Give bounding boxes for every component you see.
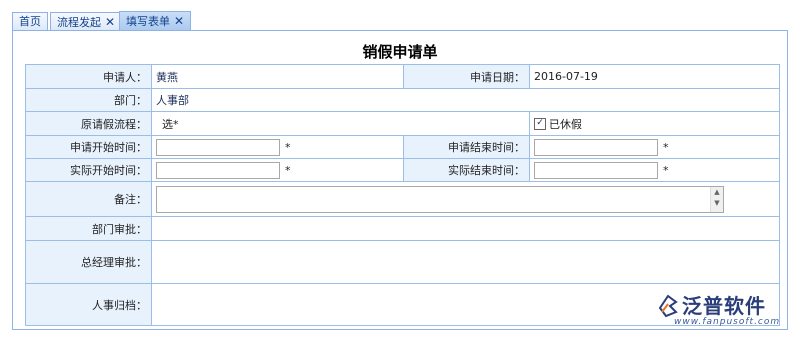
apply-end-cell: *	[529, 135, 780, 159]
actual-start-cell: *	[151, 158, 404, 182]
required-mark: *	[663, 163, 669, 177]
tab-flow-start-label: 流程发起	[57, 16, 101, 29]
dept-value: 人事部	[151, 88, 780, 112]
remark-label: 备注：	[25, 181, 152, 217]
gm-approve-label: 总经理审批：	[25, 240, 152, 284]
tab-home-label: 首页	[19, 15, 41, 28]
form-row: 原请假流程： 选* ✓ 已休假	[25, 111, 780, 136]
rested-cell: ✓ 已休假	[529, 111, 780, 136]
dept-label: 部门：	[25, 88, 152, 112]
apply-date-label: 申请日期：	[403, 64, 530, 89]
required-mark: *	[663, 140, 669, 154]
form-title: 销假申请单	[362, 43, 438, 61]
actual-end-cell: *	[529, 158, 780, 182]
scroll-up-icon[interactable]: ▲	[714, 188, 719, 196]
tab-home[interactable]: 首页	[12, 12, 48, 30]
rested-label: 已休假	[549, 117, 582, 131]
gm-approve-value	[151, 240, 780, 284]
hr-archive-label: 人事归档：	[25, 283, 152, 326]
form-row: 部门： 人事部	[25, 88, 780, 112]
close-icon[interactable]: ✕	[174, 14, 184, 28]
tab-fill-form-label: 填写表单	[126, 15, 170, 28]
logo-icon	[658, 294, 678, 318]
form-row: 备注： ▲ ▼	[25, 181, 780, 217]
actual-start-label: 实际开始时间：	[25, 158, 152, 182]
apply-start-cell: *	[151, 135, 404, 159]
apply-start-label: 申请开始时间：	[25, 135, 152, 159]
dept-approve-label: 部门审批：	[25, 216, 152, 241]
remark-cell: ▲ ▼	[151, 181, 780, 217]
apply-end-input[interactable]	[534, 138, 658, 156]
remark-textarea[interactable]: ▲ ▼	[156, 185, 724, 213]
close-icon[interactable]: ✕	[105, 15, 115, 29]
form-row: 部门审批：	[25, 216, 780, 241]
logo-url: www.fanpusoft.com	[674, 317, 781, 327]
required-mark: *	[285, 140, 291, 154]
form-row: 实际开始时间： * 实际结束时间： *	[25, 158, 780, 182]
actual-start-input[interactable]	[156, 161, 280, 179]
apply-date-value: 2016-07-19	[529, 64, 780, 89]
tab-flow-start[interactable]: 流程发起 ✕	[50, 12, 123, 30]
brand-logo: 泛普软件 www.fanpusoft.com	[656, 292, 786, 332]
form-row: 申请开始时间： * 申请结束时间： *	[25, 135, 780, 159]
actual-end-input[interactable]	[534, 161, 658, 179]
form-row: 总经理审批：	[25, 240, 780, 284]
tab-fill-form[interactable]: 填写表单 ✕	[119, 11, 192, 31]
orig-flow-label: 原请假流程：	[25, 111, 152, 136]
scroll-down-icon[interactable]: ▼	[714, 199, 719, 207]
tab-bar: 首页 流程发起 ✕ 填写表单 ✕	[12, 10, 788, 32]
leave-cancel-form: 申请人： 黄燕 申请日期： 2016-07-19 部门： 人事部 原请假流程： …	[25, 64, 780, 326]
orig-flow-select[interactable]: 选*	[151, 111, 530, 136]
apply-end-label: 申请结束时间：	[403, 135, 530, 159]
logo-name: 泛普软件	[682, 294, 766, 318]
actual-end-label: 实际结束时间：	[403, 158, 530, 182]
dept-approve-value	[151, 216, 780, 241]
scrollbar[interactable]: ▲ ▼	[710, 186, 723, 212]
orig-flow-value[interactable]: 选*	[162, 118, 179, 131]
apply-start-input[interactable]	[156, 138, 280, 156]
rested-checkbox[interactable]: ✓	[534, 117, 546, 130]
applicant-label: 申请人：	[25, 64, 152, 89]
form-row: 申请人： 黄燕 申请日期： 2016-07-19	[25, 64, 780, 89]
applicant-value: 黄燕	[151, 64, 404, 89]
required-mark: *	[285, 163, 291, 177]
form-panel: 销假申请单 申请人： 黄燕 申请日期： 2016-07-19 部门： 人事部 原…	[12, 30, 788, 330]
